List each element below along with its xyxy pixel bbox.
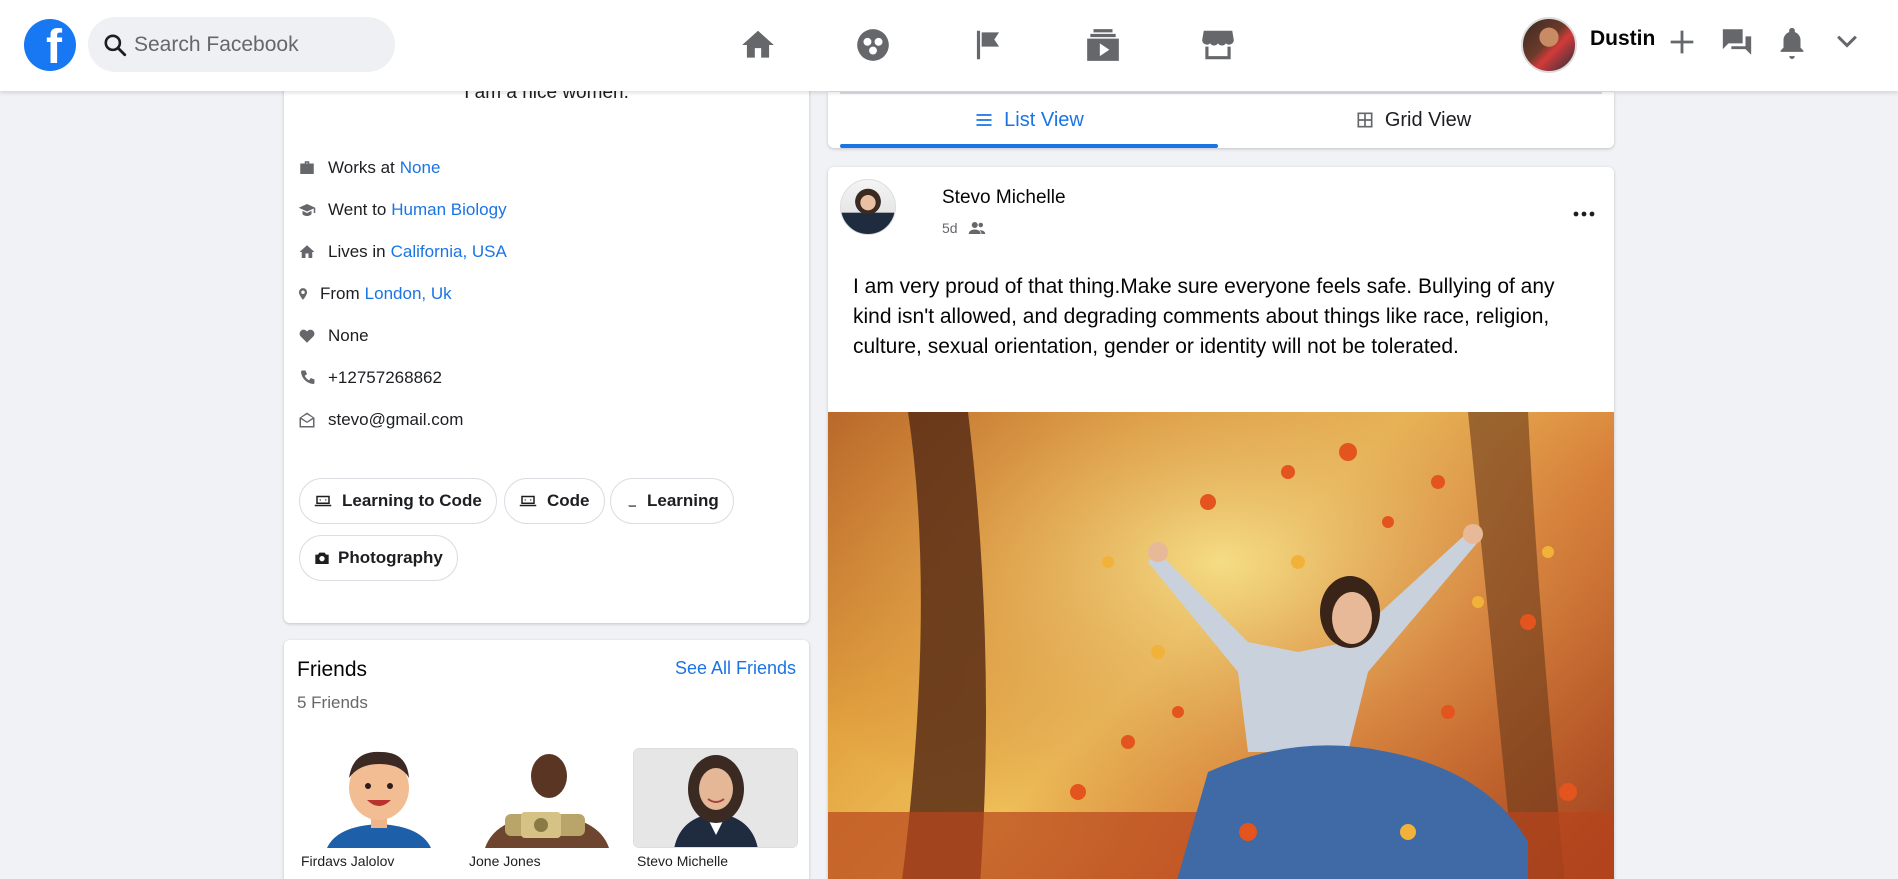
friend-card[interactable]: Firdavs Jalolov	[297, 748, 462, 869]
view-toggle: List View Grid View	[828, 92, 1614, 148]
intro-card: I am a nice women. Works at None Went to…	[284, 60, 809, 623]
camera-icon	[314, 548, 330, 568]
account-menu-button[interactable]	[1830, 25, 1864, 59]
groups-icon	[856, 29, 889, 61]
hobby-chip-learning[interactable]: Learning	[610, 478, 734, 524]
messenger-button[interactable]	[1720, 25, 1754, 59]
book-icon	[625, 491, 639, 511]
post-time[interactable]: 5d	[942, 220, 958, 236]
phone-icon	[296, 367, 318, 389]
post-text: I am very proud of that thing.Make sure …	[853, 275, 1555, 358]
laptop-code-icon	[314, 491, 334, 511]
friends-count: 5 Friends	[297, 693, 368, 712]
hobby-chip-learning-to-code[interactable]: Learning to Code	[299, 478, 497, 524]
info-works: Works at None	[296, 155, 440, 181]
post-image[interactable]	[828, 412, 1614, 879]
envelope-open-icon	[296, 409, 318, 431]
notifications-icon	[1780, 27, 1804, 59]
nav-groups[interactable]	[815, 20, 930, 70]
top-navigation-bar: f Dustin	[0, 0, 1898, 91]
post-meta: 5d	[942, 219, 986, 237]
hobby-label: Learning	[647, 491, 719, 510]
info-phone: +12757268862	[296, 365, 442, 391]
grid-icon	[1357, 112, 1373, 128]
friend-name[interactable]: Jone Jones	[465, 853, 630, 869]
hobby-chip-photography[interactable]: Photography	[299, 535, 458, 581]
search-icon	[104, 33, 127, 56]
friends-card: Friends 5 Friends See All Friends Firdav…	[284, 640, 809, 879]
hobby-label: Code	[547, 491, 590, 510]
info-lives: Lives in California, USA	[296, 239, 507, 265]
watch-icon	[1086, 29, 1119, 61]
post-card: Stevo Michelle 5d I am very proud of tha…	[828, 167, 1614, 879]
from-link[interactable]: London, Uk	[365, 284, 452, 304]
active-tab-indicator	[840, 144, 1218, 148]
user-avatar[interactable]	[1521, 17, 1577, 73]
more-options-icon[interactable]	[1572, 209, 1596, 219]
phone-text: +12757268862	[328, 368, 442, 387]
marketplace-icon	[1201, 30, 1234, 60]
post-author-avatar[interactable]	[840, 179, 896, 235]
friends-title: Friends	[297, 658, 368, 681]
from-prefix: From	[320, 284, 360, 303]
user-name[interactable]: Dustin	[1590, 27, 1655, 51]
chevron-down-icon	[1837, 35, 1857, 48]
tab-list-label: List View	[1004, 108, 1084, 131]
tab-grid-label: Grid View	[1384, 108, 1472, 131]
home-icon	[741, 30, 774, 58]
graduation-cap-icon	[296, 199, 318, 221]
heart-icon	[296, 325, 318, 347]
info-education: Went to Human Biology	[296, 197, 507, 223]
info-relationship: None	[296, 323, 369, 349]
home-icon	[296, 241, 318, 263]
list-icon	[976, 114, 992, 126]
friend-name[interactable]: Firdavs Jalolov	[297, 853, 462, 869]
education-prefix: Went to	[328, 200, 387, 219]
friend-photo[interactable]	[633, 748, 798, 848]
hobby-label: Photography	[338, 548, 443, 567]
hobby-label: Learning to Code	[342, 491, 482, 510]
messenger-icon	[1722, 29, 1752, 55]
laptop-code-icon	[519, 491, 539, 511]
create-button[interactable]	[1665, 25, 1699, 59]
friend-card[interactable]: Stevo Michelle	[633, 748, 798, 869]
friend-name[interactable]: Stevo Michelle	[633, 853, 798, 869]
nav-home[interactable]	[700, 20, 815, 70]
notifications-button[interactable]	[1775, 25, 1809, 59]
education-link[interactable]: Human Biology	[391, 200, 506, 220]
friend-photo[interactable]	[297, 748, 462, 848]
search-input[interactable]	[134, 32, 374, 57]
friend-card[interactable]: Jone Jones	[465, 748, 630, 869]
pages-flag-icon	[976, 30, 999, 60]
info-email: stevo@gmail.com	[296, 407, 463, 433]
briefcase-icon	[296, 157, 318, 179]
works-link[interactable]: None	[400, 158, 441, 178]
relationship-text: None	[328, 326, 369, 345]
tab-grid-view[interactable]: Grid View	[1224, 92, 1602, 148]
lives-link[interactable]: California, USA	[391, 242, 507, 262]
main-nav	[700, 20, 1275, 70]
facebook-logo[interactable]: f	[24, 19, 76, 71]
tab-list-view[interactable]: List View	[840, 92, 1218, 148]
friends-audience-icon	[968, 222, 985, 234]
search-bar[interactable]	[88, 17, 395, 72]
post-author-name[interactable]: Stevo Michelle	[942, 187, 1066, 209]
friend-photo[interactable]	[465, 748, 630, 848]
works-prefix: Works at	[328, 158, 395, 177]
info-from: From London, Uk	[296, 281, 452, 307]
lives-prefix: Lives in	[328, 242, 386, 261]
location-pin-icon	[296, 283, 310, 305]
nav-marketplace[interactable]	[1160, 20, 1275, 70]
see-all-friends-link[interactable]: See All Friends	[675, 658, 796, 679]
nav-pages[interactable]	[930, 20, 1045, 70]
nav-watch[interactable]	[1045, 20, 1160, 70]
email-text: stevo@gmail.com	[328, 410, 464, 429]
hobby-chip-code[interactable]: Code	[504, 478, 605, 524]
plus-icon	[1670, 30, 1694, 54]
logo-letter: f	[46, 21, 62, 72]
